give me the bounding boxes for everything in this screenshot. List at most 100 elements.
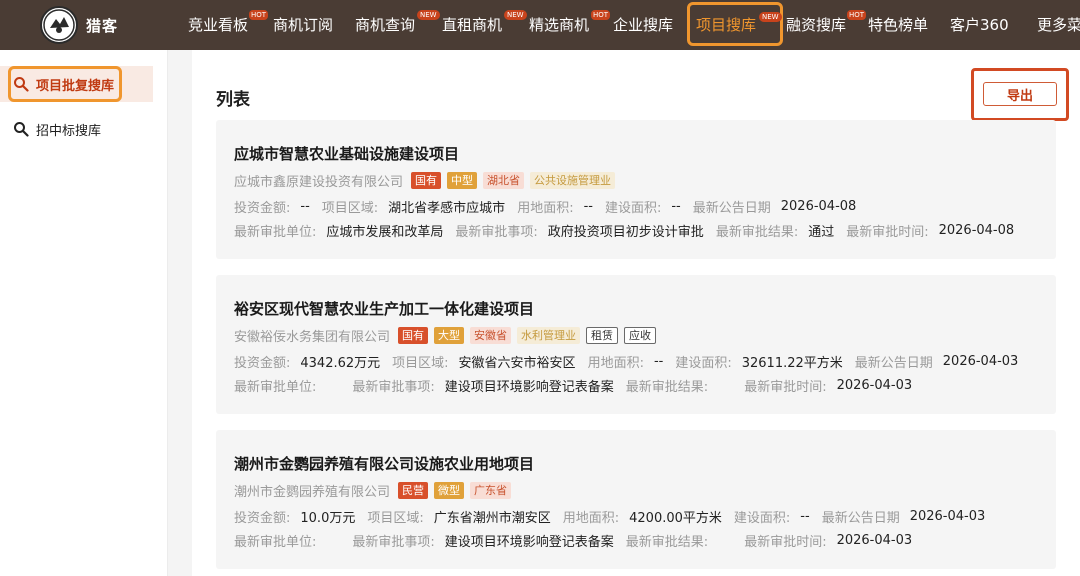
label-approval-result: 最新审批结果:	[715, 225, 799, 240]
tag-ownership: 民营	[398, 482, 429, 499]
tag-ownership: 国有	[411, 172, 442, 189]
project-company-row: 安徽裕佞水务集团有限公司 国有 大型 安徽省 水利管理业 租赁 应收	[234, 326, 662, 345]
project-company-row: 应城市鑫原建设投资有限公司 国有 中型 湖北省 公共设施管理业	[234, 171, 621, 190]
brand-logo[interactable]	[40, 6, 78, 44]
label-land-area: 用地面积:	[517, 201, 574, 216]
company-name[interactable]: 潮州市金鹦园养殖有限公司	[234, 481, 390, 500]
label-land-area: 用地面积:	[562, 511, 620, 526]
value-approval-item: 建设项目环境影响登记表备案	[444, 535, 614, 550]
nav-item-more-menu[interactable]: 更多菜	[1037, 0, 1080, 50]
value-approval-result: 通过	[808, 225, 835, 240]
value-build-area: --	[671, 199, 681, 214]
tag-scale: 微型	[434, 482, 465, 499]
label-approval-unit: 最新审批单位:	[234, 225, 317, 240]
nav-badge-new: NEW	[759, 12, 782, 22]
search-icon	[14, 122, 29, 137]
nav-item-competitor-board[interactable]: 竞业看板	[188, 0, 248, 50]
project-info-row: 投资金额: 10.0万元 项目区域: 广东省潮州市潮安区 用地面积: 4200.00平…	[234, 507, 997, 526]
label-build-area: 建设面积:	[733, 511, 791, 526]
nav-badge-new: NEW	[504, 10, 527, 20]
value-land-area: --	[653, 354, 664, 369]
project-approval-row: 最新审批单位: 最新审批事项: 建设项目环境影响登记表备案 最新审批结果: 最新审…	[234, 531, 924, 550]
company-name[interactable]: 应城市鑫原建设投资有限公司	[234, 171, 403, 190]
label-land-area: 用地面积:	[587, 356, 644, 371]
label-invest: 投资金额:	[234, 201, 291, 216]
tag-receivable: 应收	[624, 327, 657, 344]
nav-item-direct-lease[interactable]: 直租商机	[442, 0, 502, 50]
label-invest: 投资金额:	[234, 511, 291, 526]
project-approval-row: 最新审批单位: 最新审批事项: 建设项目环境影响登记表备案 最新审批结果: 最新审…	[234, 376, 924, 395]
tag-industry: 公共设施管理业	[530, 172, 616, 189]
label-region: 项目区域:	[321, 201, 379, 216]
tag-industry: 水利管理业	[517, 327, 581, 344]
tag-scale: 大型	[434, 327, 465, 344]
nav-badge-hot: HOT	[847, 10, 867, 20]
value-land-area: --	[583, 199, 593, 214]
project-approval-row: 最新审批单位: 应城市发展和改革局 最新审批事项: 政府投资项目初步设计审批 最新审…	[234, 221, 1026, 240]
label-approval-unit: 最新审批单位:	[234, 535, 317, 550]
nav-item-featured-opportunity[interactable]: 精选商机	[529, 0, 589, 50]
label-approval-unit: 最新审批单位:	[234, 380, 317, 395]
nav-item-customer-360[interactable]: 客户360	[950, 0, 1009, 50]
value-approval-item: 建设项目环境影响登记表备案	[444, 380, 614, 395]
value-approval-time: 2026-04-08	[938, 223, 1015, 238]
sidebar: 项目批复搜库 招中标搜库	[0, 50, 168, 576]
nav-badge-new: NEW	[417, 10, 440, 20]
top-nav-bar: 猎客 竞业看板 HOT 商机订阅 商机查询 NEW 直租商机 NEW 精选商机 …	[0, 0, 1080, 50]
nav-item-financing-search[interactable]: 融资搜库	[786, 0, 846, 50]
project-title[interactable]: 应城市智慧农业基础设施建设项目	[234, 143, 459, 164]
sidebar-item-label: 招中标搜库	[36, 123, 102, 139]
hunter-logo-icon	[43, 9, 75, 41]
nav-item-enterprise-search[interactable]: 企业搜库	[613, 0, 673, 50]
project-card[interactable]: 潮州市金鹦园养殖有限公司设施农业用地项目 潮州市金鹦园养殖有限公司 民营 微型 …	[216, 430, 1056, 569]
label-approval-time: 最新审批时间:	[744, 380, 827, 395]
tag-ownership: 国有	[398, 327, 429, 344]
label-build-area: 建设面积:	[675, 356, 732, 371]
sidebar-item-bid-search[interactable]: 招中标搜库	[0, 111, 153, 147]
value-approval-time: 2026-04-03	[836, 533, 913, 548]
tag-lease: 租赁	[586, 327, 619, 344]
label-approval-item: 最新审批事项:	[352, 535, 435, 550]
project-company-row: 潮州市金鹦园养殖有限公司 民营 微型 广东省	[234, 481, 517, 500]
value-approval-item: 政府投资项目初步设计审批	[547, 225, 704, 240]
value-build-area: 32611.22平方米	[741, 356, 843, 371]
nav-item-opportunity-subscribe[interactable]: 商机订阅	[273, 0, 333, 50]
project-title[interactable]: 裕安区现代智慧农业生产加工一体化建设项目	[234, 298, 534, 319]
project-info-row: 投资金额: -- 项目区域: 湖北省孝感市应城市 用地面积: -- 建设面积: -- 最…	[234, 197, 868, 216]
tag-province: 湖北省	[483, 172, 525, 189]
value-approval-unit: 应城市发展和改革局	[326, 225, 444, 240]
company-name[interactable]: 安徽裕佞水务集团有限公司	[234, 326, 390, 345]
nav-item-project-search[interactable]: 项目搜库	[696, 0, 756, 50]
value-land-area: 4200.00平方米	[629, 511, 722, 526]
sidebar-active-highlight	[8, 66, 122, 102]
value-region: 广东省潮州市潮安区	[433, 511, 551, 526]
value-latest-date: 2026-04-03	[909, 509, 986, 524]
value-invest: 10.0万元	[300, 511, 356, 526]
nav-badge-hot: HOT	[249, 10, 269, 20]
label-approval-time: 最新审批时间:	[744, 535, 827, 550]
label-approval-item: 最新审批事项:	[455, 225, 538, 240]
tag-scale: 中型	[447, 172, 478, 189]
value-approval-time: 2026-04-03	[836, 378, 913, 393]
label-region: 项目区域:	[392, 356, 449, 371]
nav-item-featured-rankings[interactable]: 特色榜单	[868, 0, 928, 50]
project-card[interactable]: 应城市智慧农业基础设施建设项目 应城市鑫原建设投资有限公司 国有 中型 湖北省 …	[216, 120, 1056, 259]
value-invest: --	[300, 199, 310, 214]
page-title: 列表	[216, 90, 250, 110]
value-build-area: --	[800, 509, 810, 524]
label-approval-time: 最新审批时间:	[846, 225, 929, 240]
label-latest-date: 最新公告日期	[854, 356, 933, 371]
export-button[interactable]: 导出	[983, 82, 1057, 106]
sidebar-gutter	[168, 50, 192, 576]
project-card[interactable]: 裕安区现代智慧农业生产加工一体化建设项目 安徽裕佞水务集团有限公司 国有 大型 …	[216, 275, 1056, 414]
label-build-area: 建设面积:	[604, 201, 662, 216]
value-region: 湖北省孝感市应城市	[388, 201, 506, 216]
brand-name: 猎客	[86, 17, 119, 35]
label-latest-date: 最新公告日期	[821, 511, 900, 526]
value-region: 安徽省六安市裕安区	[458, 356, 576, 371]
nav-badge-hot: HOT	[591, 10, 611, 20]
label-invest: 投资金额:	[234, 356, 291, 371]
nav-item-opportunity-query[interactable]: 商机查询	[355, 0, 415, 50]
project-title[interactable]: 潮州市金鹦园养殖有限公司设施农业用地项目	[234, 453, 534, 474]
label-approval-result: 最新审批结果:	[625, 380, 709, 395]
